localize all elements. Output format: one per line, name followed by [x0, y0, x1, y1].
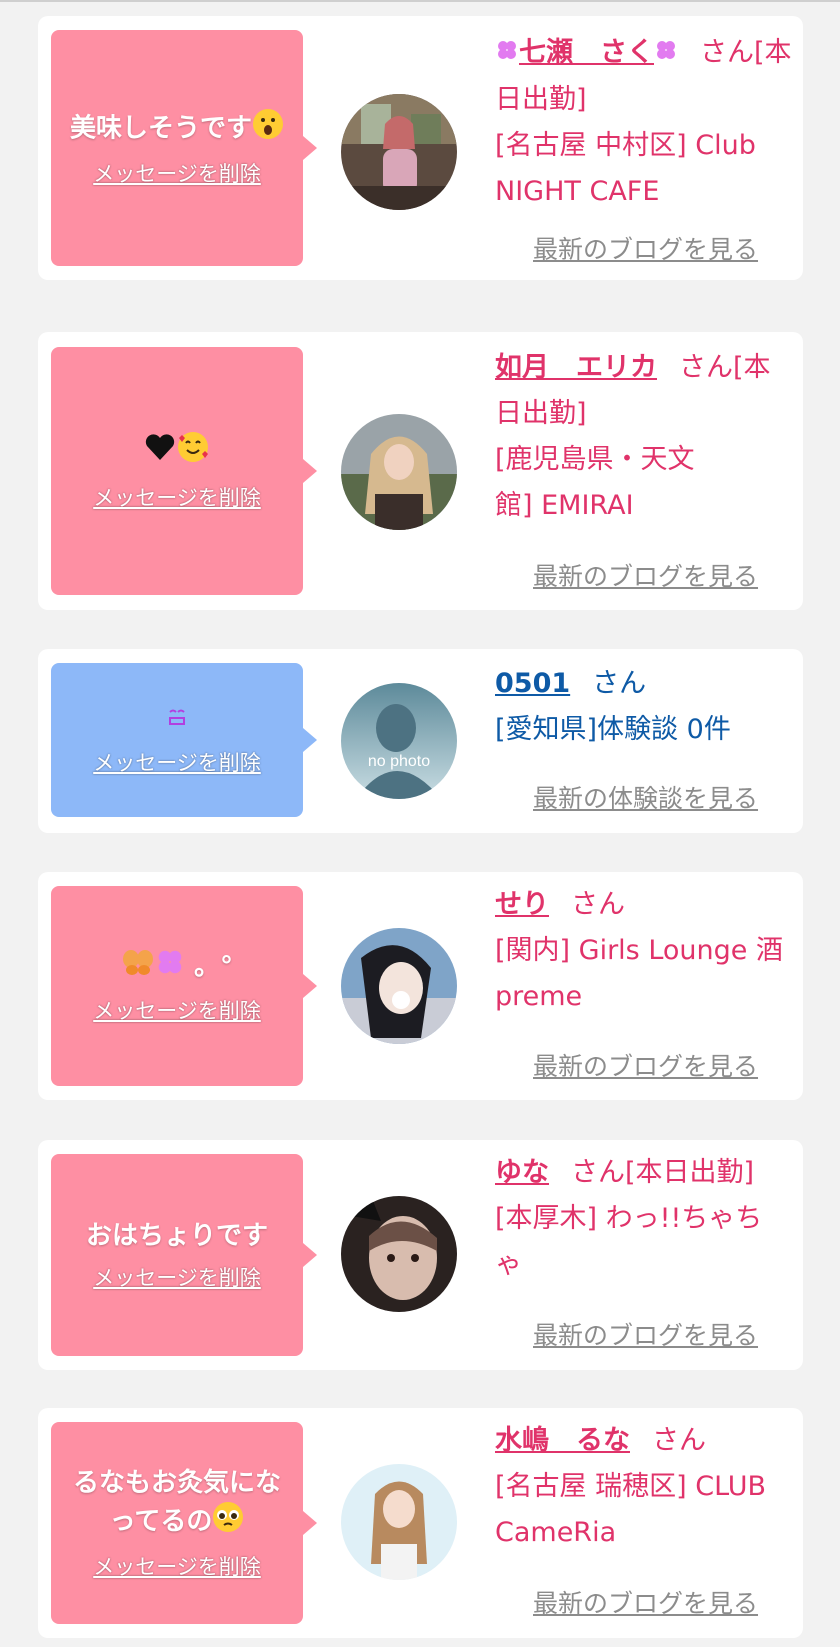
latest-blog-link[interactable]: 最新のブログを見る [533, 1047, 758, 1083]
cast-name-link[interactable]: せり [495, 889, 549, 920]
message-text [130, 430, 224, 474]
black-heart-icon [144, 432, 176, 472]
message-bubble: るなもお灸気にな ってるの メッセージを削除 [51, 1422, 317, 1624]
message-bubble: メッセージを削除 [51, 347, 317, 595]
delete-message-link[interactable]: メッセージを削除 [93, 482, 261, 512]
latest-blog-link[interactable]: 最新のブログを見る [533, 557, 758, 593]
shop-name: 館] EMIRAI [495, 490, 634, 521]
message-bubble: 美味しそうです メッセージを削除 [51, 30, 317, 266]
latest-review-link[interactable]: 最新の体験談を見る [533, 779, 758, 815]
clover-icon [155, 947, 185, 987]
favorite-card: メッセージを削除 如月 エリカ さん[本日出勤] [鹿児島県・天文 館] EMIR… [38, 332, 803, 610]
cast-name-link[interactable]: 水嶋 るな [495, 1425, 630, 1456]
avatar[interactable]: no photo [341, 683, 457, 799]
cast-name-link[interactable]: ゆな [495, 1157, 549, 1188]
cast-info: 七瀬 さく さん[本日出勤] [名古屋 中村区] Club NIGHT CAFE [495, 30, 795, 215]
message-bubble: おはちょりです メッセージを削除 [51, 1154, 317, 1356]
shop-info: [鹿児島県・天文 [495, 444, 695, 475]
pleading-face-icon [212, 1501, 244, 1543]
clover-icon [654, 31, 678, 77]
cast-name-link[interactable]: 如月 エリカ [495, 352, 657, 383]
message-text: おはちょりです [85, 1221, 268, 1251]
cast-info: 如月 エリカ さん[本日出勤] [鹿児島県・天文 館] EMIRAI [495, 345, 795, 529]
clover-icon [495, 31, 519, 77]
message-text [151, 703, 203, 740]
favorite-card: おはちょりです メッセージを削除 ゆな さん[本日出勤] [本厚木] わっ!!ちゃ… [38, 1140, 803, 1370]
review-count: [愛知県]体験談 0件 [495, 714, 731, 745]
avatar[interactable] [341, 928, 457, 1044]
latest-blog-link[interactable]: 最新のブログを見る [533, 230, 758, 266]
cast-info: ゆな さん[本日出勤] [本厚木] わっ!!ちゃち ゃ [495, 1150, 795, 1288]
favorite-card: 。° メッセージを削除 せり さん [関内] Girls Lounge 酒 pre… [38, 872, 803, 1100]
cast-info: 水嶋 るな さん [名古屋 瑞穂区] CLUB CameRia [495, 1418, 795, 1556]
delete-message-link[interactable]: メッセージを削除 [93, 995, 261, 1025]
message-text: るなもお灸気にな ってるの [59, 1465, 295, 1543]
cast-info: せり さん [関内] Girls Lounge 酒 preme [495, 882, 795, 1020]
shop-name: ゃ [495, 1249, 522, 1280]
honorific-status: さん[本日出勤] [571, 1157, 755, 1188]
honorific: さん [592, 668, 647, 699]
avatar[interactable] [341, 94, 457, 210]
honorific: さん [571, 889, 625, 920]
honorific: さん [652, 1425, 706, 1456]
delete-message-link[interactable]: メッセージを削除 [93, 158, 261, 188]
delete-message-link[interactable]: メッセージを削除 [93, 1262, 261, 1292]
shop-info: [名古屋 中村区] Club [495, 129, 756, 161]
shop-name: preme [495, 981, 583, 1012]
smiling-face-with-hearts-icon [176, 430, 210, 474]
latest-blog-link[interactable]: 最新のブログを見る [533, 1584, 758, 1620]
shop-info: [名古屋 瑞穂区] CLUB [495, 1471, 767, 1502]
user-info: 0501 さん [愛知県]体験談 0件 [495, 661, 795, 753]
cast-name-link[interactable]: 七瀬 さく [495, 37, 678, 68]
user-name-link[interactable]: 0501 [495, 668, 570, 699]
favorite-card: 美味しそうです メッセージを削除 七瀬 さく さん[本日出勤] [名古屋 中村区]… [38, 16, 803, 280]
delete-message-link[interactable]: メッセージを削除 [93, 1551, 261, 1581]
message-bubble: メッセージを削除 [51, 663, 317, 817]
shop-name: NIGHT CAFE [495, 175, 660, 207]
butterfly-icon [121, 947, 155, 987]
avatar[interactable] [341, 414, 457, 530]
message-text: 。° [107, 947, 247, 987]
surprised-face-icon [252, 108, 284, 150]
grinning-face-icon [165, 703, 189, 739]
favorite-card: るなもお灸気にな ってるの メッセージを削除 水嶋 るな さん [名古屋 瑞穂区] … [38, 1408, 803, 1638]
avatar[interactable] [341, 1196, 457, 1312]
shop-name: CameRia [495, 1517, 617, 1548]
delete-message-link[interactable]: メッセージを削除 [93, 747, 261, 777]
latest-blog-link[interactable]: 最新のブログを見る [533, 1316, 758, 1352]
favorite-card: メッセージを削除 no photo 0501 さん [愛知県]体験談 0件 最新の… [38, 649, 803, 833]
message-text: 美味しそうです [56, 108, 298, 150]
shop-info: [関内] Girls Lounge 酒 [495, 935, 783, 966]
shop-info: [本厚木] わっ!!ちゃち [495, 1203, 763, 1234]
message-bubble: 。° メッセージを削除 [51, 886, 317, 1086]
avatar[interactable] [341, 1464, 457, 1580]
top-divider [0, 0, 840, 2]
no-photo-label: no photo [367, 753, 431, 770]
